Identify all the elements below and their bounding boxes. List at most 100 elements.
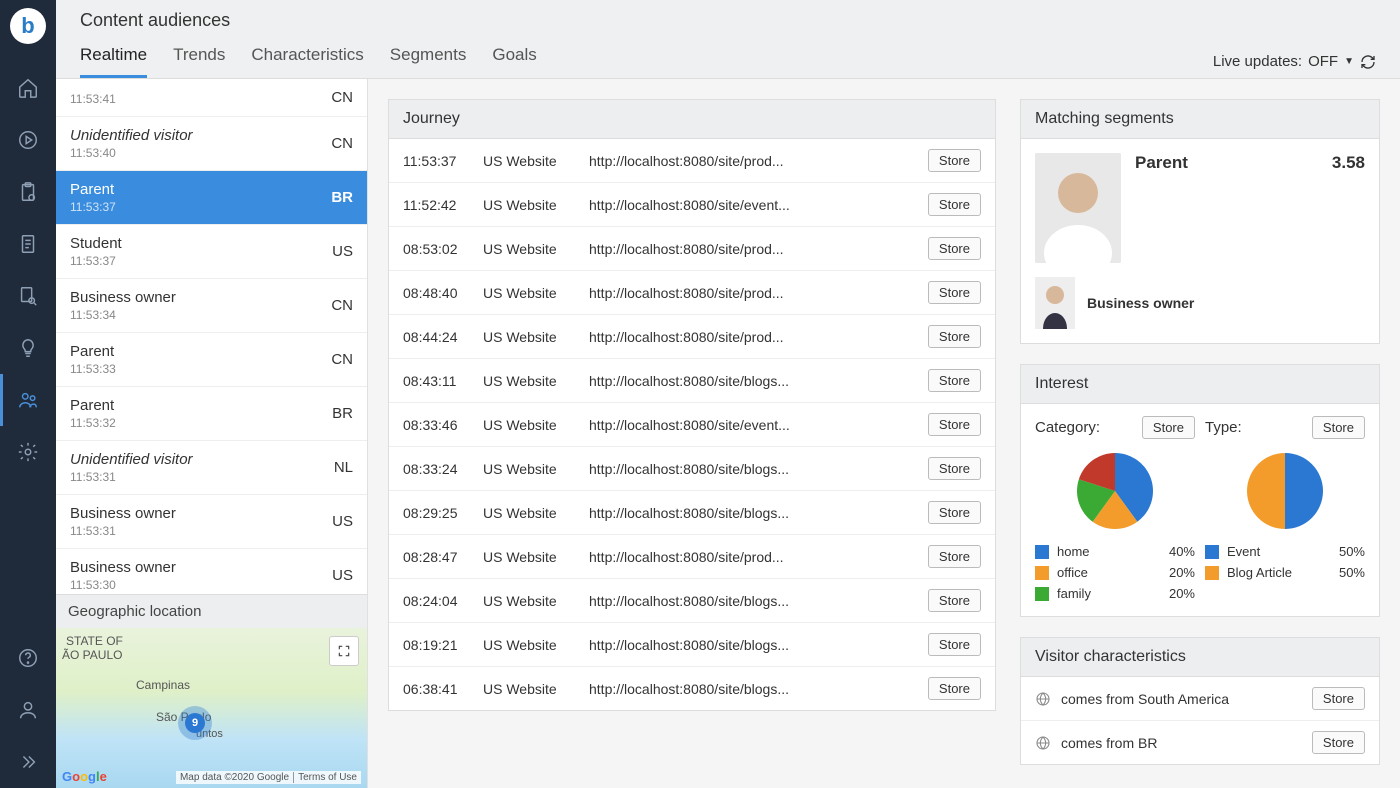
visitor-row[interactable]: Parent11:53:33CN — [56, 333, 367, 387]
page-title: Content audiences — [80, 10, 1376, 31]
nav-user[interactable] — [0, 684, 56, 736]
home-icon — [17, 77, 39, 99]
journey-row: 08:44:24US Websitehttp://localhost:8080/… — [389, 315, 995, 359]
store-button[interactable]: Store — [928, 457, 981, 480]
legend-value: 50% — [1339, 544, 1365, 559]
visitor-row[interactable]: Parent11:53:32BR — [56, 387, 367, 441]
journey-site: US Website — [483, 373, 575, 389]
store-button[interactable]: Store — [928, 237, 981, 260]
store-button[interactable]: Store — [928, 369, 981, 392]
journey-url: http://localhost:8080/site/prod... — [589, 153, 914, 169]
map-label: STATE OF — [66, 634, 123, 648]
visitor-row[interactable]: Unidentified visitor11:53:40CN — [56, 117, 367, 171]
visitor-country: US — [332, 243, 353, 260]
segment-secondary: Business owner — [1021, 277, 1379, 343]
map-fullscreen-button[interactable] — [329, 636, 359, 666]
journey-time: 11:53:37 — [403, 153, 469, 169]
tab-goals[interactable]: Goals — [492, 45, 536, 78]
visitor-name: Parent — [70, 343, 323, 360]
visitor-country: BR — [331, 189, 353, 206]
visitor-country: NL — [334, 459, 353, 476]
store-button[interactable]: Store — [928, 193, 981, 216]
nav-home[interactable] — [0, 62, 56, 114]
nav-clipboard[interactable] — [0, 166, 56, 218]
visitor-name: Student — [70, 235, 324, 252]
visitor-time: 11:53:31 — [70, 524, 324, 538]
store-button[interactable]: Store — [928, 149, 981, 172]
nav-idea[interactable] — [0, 322, 56, 374]
nav-settings[interactable] — [0, 426, 56, 478]
visitor-list[interactable]: 11:53:41CNUnidentified visitor11:53:40CN… — [56, 79, 367, 594]
legend-swatch — [1205, 566, 1219, 580]
visitor-row[interactable]: Business owner11:53:30US — [56, 549, 367, 594]
visitor-name: Parent — [70, 397, 324, 414]
store-button[interactable]: Store — [928, 633, 981, 656]
visitor-name: Business owner — [70, 289, 323, 306]
visitor-country: CN — [331, 89, 353, 106]
legend-swatch — [1205, 545, 1219, 559]
visitor-time: 11:53:31 — [70, 470, 326, 484]
interest-panel: Interest Category: Store home40%office20 — [1020, 364, 1380, 617]
lightbulb-icon — [17, 337, 39, 359]
legend-value: 20% — [1169, 565, 1195, 580]
visitor-row[interactable]: Student11:53:37US — [56, 225, 367, 279]
store-button[interactable]: Store — [928, 413, 981, 436]
visitor-time: 11:53:37 — [70, 200, 323, 214]
map-cluster-marker[interactable]: 9 — [178, 706, 212, 740]
journey-row: 08:33:46US Websitehttp://localhost:8080/… — [389, 403, 995, 447]
visitor-country: CN — [331, 135, 353, 152]
legend-row: Event 50% — [1205, 541, 1365, 562]
visitor-row[interactable]: Parent11:53:37BR — [56, 171, 367, 225]
nav-audiences[interactable] — [0, 374, 56, 426]
tab-trends[interactable]: Trends — [173, 45, 225, 78]
visitor-row[interactable]: Unidentified visitor11:53:31NL — [56, 441, 367, 495]
legend-row: family20% — [1035, 583, 1195, 604]
gear-icon — [17, 441, 39, 463]
store-button[interactable]: Store — [928, 589, 981, 612]
journey-panel: Journey 11:53:37US Websitehttp://localho… — [388, 99, 996, 711]
store-button[interactable]: Store — [928, 325, 981, 348]
visitor-time: 11:53:41 — [70, 92, 323, 106]
nav-search-doc[interactable] — [0, 270, 56, 322]
visitor-row[interactable]: Business owner11:53:31US — [56, 495, 367, 549]
legend-label: Event — [1227, 544, 1260, 559]
refresh-icon[interactable] — [1360, 54, 1376, 70]
nav-help[interactable] — [0, 632, 56, 684]
visitor-time: 11:53:40 — [70, 146, 323, 160]
store-button[interactable]: Store — [928, 501, 981, 524]
legend-row: home40% — [1035, 541, 1195, 562]
journey-url: http://localhost:8080/site/prod... — [589, 549, 914, 565]
visitor-row[interactable]: Business owner11:53:34CN — [56, 279, 367, 333]
store-button[interactable]: Store — [928, 677, 981, 700]
journey-site: US Website — [483, 417, 575, 433]
characteristic-text: comes from BR — [1061, 735, 1302, 751]
users-icon — [17, 389, 39, 411]
segment-score: 3.58 — [1332, 153, 1365, 173]
nav-expand[interactable] — [0, 736, 56, 788]
journey-site: US Website — [483, 153, 575, 169]
store-button[interactable]: Store — [1312, 687, 1365, 710]
visitor-row[interactable]: 11:53:41 CN — [56, 79, 367, 117]
store-button[interactable]: Store — [1312, 416, 1365, 439]
nav-document[interactable] — [0, 218, 56, 270]
journey-row: 08:29:25US Websitehttp://localhost:8080/… — [389, 491, 995, 535]
geo-map[interactable]: STATE OF ÃO PAULO Campinas São Paulo unt… — [56, 628, 367, 788]
tab-characteristics[interactable]: Characteristics — [251, 45, 363, 78]
visitor-country: BR — [332, 405, 353, 422]
journey-row: 08:28:47US Websitehttp://localhost:8080/… — [389, 535, 995, 579]
legend-value: 40% — [1169, 544, 1195, 559]
legend-swatch — [1035, 587, 1049, 601]
store-button[interactable]: Store — [928, 281, 981, 304]
journey-url: http://localhost:8080/site/blogs... — [589, 505, 914, 521]
nav-play[interactable] — [0, 114, 56, 166]
store-button[interactable]: Store — [1312, 731, 1365, 754]
journey-time: 08:53:02 — [403, 241, 469, 257]
fullscreen-icon — [337, 644, 351, 658]
store-button[interactable]: Store — [928, 545, 981, 568]
store-button[interactable]: Store — [1142, 416, 1195, 439]
journey-url: http://localhost:8080/site/prod... — [589, 285, 914, 301]
live-updates-toggle[interactable]: Live updates: OFF ▼ — [1213, 53, 1376, 70]
tab-realtime[interactable]: Realtime — [80, 45, 147, 78]
tab-segments[interactable]: Segments — [390, 45, 467, 78]
visitor-country: US — [332, 567, 353, 584]
